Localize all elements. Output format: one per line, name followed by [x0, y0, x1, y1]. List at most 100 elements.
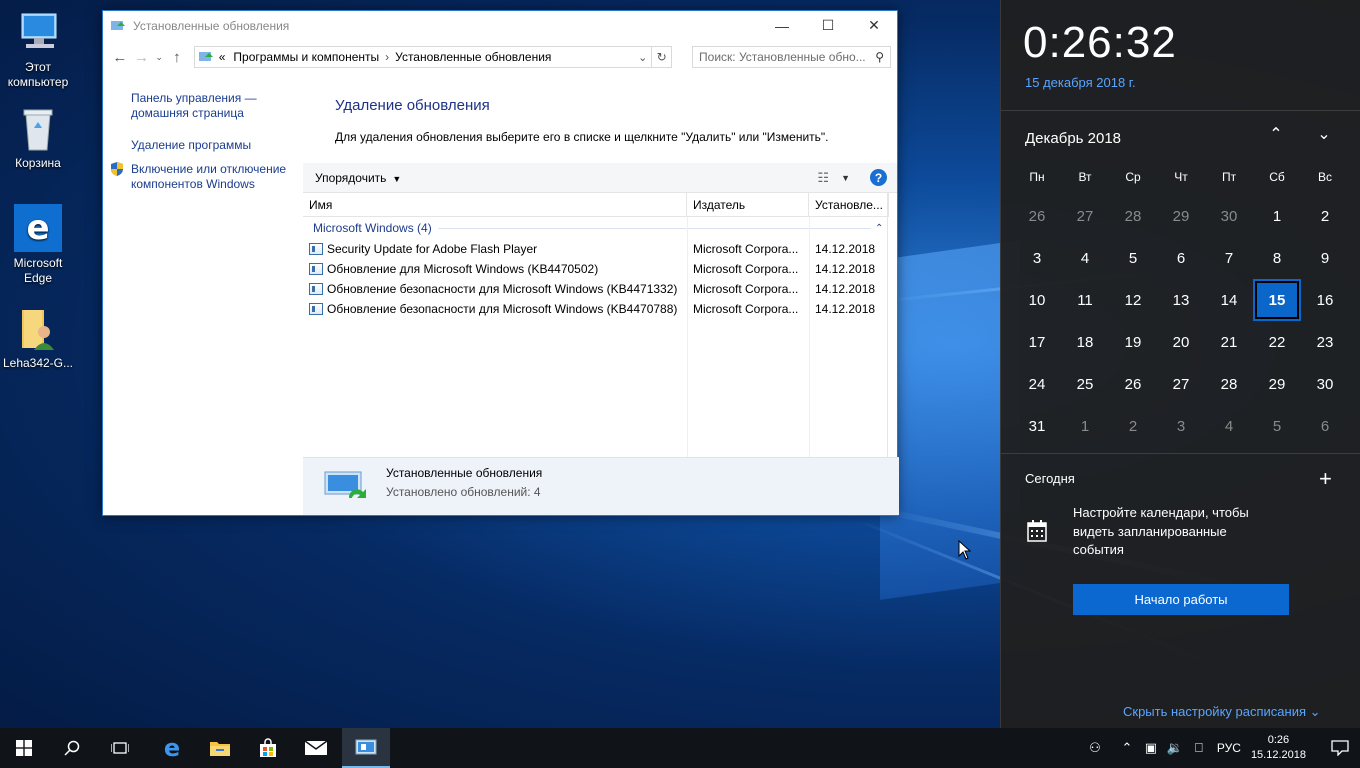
calendar-day[interactable]: 9 [1301, 237, 1349, 279]
task-view-button[interactable] [96, 728, 144, 768]
calendar-day[interactable]: 30 [1301, 363, 1349, 405]
action-center-tray-icon[interactable]: ⎕ [1187, 740, 1211, 756]
table-row[interactable]: Обновление безопасности для Microsoft Wi… [303, 299, 889, 319]
column-header-name[interactable]: Имя [303, 193, 687, 216]
table-row[interactable]: Обновление для Microsoft Windows (KB4470… [303, 259, 889, 279]
title-bar[interactable]: Установленные обновления — ☐ ✕ [103, 11, 897, 41]
calendar-day[interactable]: 6 [1157, 237, 1205, 279]
calendar-day[interactable]: 12 [1109, 279, 1157, 321]
calendar-day[interactable]: 2 [1301, 195, 1349, 237]
column-header-publisher[interactable]: Издатель [687, 193, 809, 216]
up-button[interactable]: ↑ [166, 46, 188, 68]
breadcrumb-installed-updates[interactable]: Установленные обновления [395, 50, 551, 64]
get-started-button[interactable]: Начало работы [1073, 584, 1289, 615]
show-hidden-icons-button[interactable]: ⌃ [1115, 740, 1139, 756]
breadcrumb-overflow[interactable]: « [219, 50, 226, 64]
calendar-day-today[interactable]: 15 [1255, 281, 1299, 319]
flyout-date-link[interactable]: 15 декабря 2018 г. [1025, 75, 1136, 90]
table-row[interactable]: Security Update for Adobe Flash Player M… [303, 239, 889, 259]
calendar-day[interactable]: 8 [1253, 237, 1301, 279]
network-icon[interactable]: ▣ [1139, 740, 1163, 756]
calendar-day[interactable]: 3 [1013, 237, 1061, 279]
start-button[interactable] [0, 728, 48, 768]
month-label[interactable]: Декабрь 2018 [1025, 130, 1121, 147]
calendar-day[interactable]: 16 [1301, 279, 1349, 321]
volume-icon[interactable]: 🔉 [1163, 740, 1187, 756]
minimize-button[interactable]: — [759, 11, 805, 40]
recent-locations-button[interactable]: ⌄ [152, 46, 166, 68]
desktop-icon-recycle-bin[interactable]: Корзина [2, 106, 74, 171]
address-bar[interactable]: « Программы и компоненты › Установленные… [193, 46, 653, 68]
scrollbar[interactable] [887, 193, 888, 459]
calendar-day[interactable]: 1 [1061, 405, 1109, 447]
calendar-day[interactable]: 27 [1061, 195, 1109, 237]
calendar-day[interactable]: 28 [1109, 195, 1157, 237]
calendar-day[interactable]: 11 [1061, 279, 1109, 321]
calendar-day[interactable]: 30 [1205, 195, 1253, 237]
input-language[interactable]: РУС [1217, 741, 1241, 755]
calendar-day[interactable]: 25 [1061, 363, 1109, 405]
calendar-day[interactable]: 31 [1013, 405, 1061, 447]
calendar-day[interactable]: 13 [1157, 279, 1205, 321]
people-icon[interactable]: ⚇ [1083, 740, 1107, 756]
calendar-day[interactable]: 1 [1253, 195, 1301, 237]
calendar-day[interactable]: 2 [1109, 405, 1157, 447]
calendar-day[interactable]: 14 [1205, 279, 1253, 321]
view-options-button[interactable]: ☷ ▼ ? [817, 169, 887, 186]
calendar-day[interactable]: 18 [1061, 321, 1109, 363]
forward-button[interactable]: → [131, 46, 153, 68]
calendar-day[interactable]: 4 [1061, 237, 1109, 279]
column-header-installed[interactable]: Установле... [809, 193, 889, 216]
calendar-day[interactable]: 10 [1013, 279, 1061, 321]
prev-month-button[interactable]: ⌃ [1264, 124, 1288, 144]
close-button[interactable]: ✕ [851, 11, 897, 40]
calendar-day[interactable]: 19 [1109, 321, 1157, 363]
back-button[interactable]: ← [109, 46, 131, 68]
add-event-button[interactable]: + [1319, 466, 1332, 492]
calendar-day[interactable]: 6 [1301, 405, 1349, 447]
calendar-day[interactable]: 29 [1157, 195, 1205, 237]
calendar-day[interactable]: 26 [1109, 363, 1157, 405]
taskbar-mail[interactable] [292, 728, 340, 768]
search-input[interactable]: Поиск: Установленные обно... ⚲ [692, 46, 891, 68]
control-panel-home-link[interactable]: Панель управления — домашняя страница [131, 91, 281, 121]
refresh-button[interactable]: ↻ [652, 46, 673, 68]
uninstall-program-link[interactable]: Удаление программы [131, 138, 251, 153]
chevron-down-icon[interactable]: ⌄ [638, 51, 647, 64]
desktop-icon-user-folder[interactable]: Leha342-G... [2, 306, 74, 371]
hide-agenda-link[interactable]: Скрыть настройку расписания ⌄ [1123, 704, 1321, 720]
next-month-button[interactable]: ⌄ [1312, 124, 1336, 144]
calendar-day[interactable]: 29 [1253, 363, 1301, 405]
help-icon[interactable]: ? [870, 169, 887, 186]
calendar-day[interactable]: 22 [1253, 321, 1301, 363]
search-button[interactable] [48, 728, 96, 768]
taskbar-file-explorer[interactable] [196, 728, 244, 768]
desktop-icon-this-pc[interactable]: Этот компьютер [2, 10, 74, 90]
calendar-day[interactable]: 5 [1109, 237, 1157, 279]
windows-features-link[interactable]: Включение или отключение компонентов Win… [131, 162, 296, 192]
table-row[interactable]: Обновление безопасности для Microsoft Wi… [303, 279, 889, 299]
page-title: Удаление обновления [335, 97, 490, 114]
calendar-day[interactable]: 26 [1013, 195, 1061, 237]
organize-button[interactable]: Упорядочить ▼ [315, 171, 401, 185]
calendar-day[interactable]: 24 [1013, 363, 1061, 405]
maximize-button[interactable]: ☐ [805, 11, 851, 40]
taskbar-clock[interactable]: 0:26 15.12.2018 [1251, 733, 1306, 763]
calendar-day[interactable]: 28 [1205, 363, 1253, 405]
taskbar-store[interactable] [244, 728, 292, 768]
calendar-day[interactable]: 3 [1157, 405, 1205, 447]
calendar-day[interactable]: 20 [1157, 321, 1205, 363]
calendar-day[interactable]: 5 [1253, 405, 1301, 447]
calendar-day[interactable]: 21 [1205, 321, 1253, 363]
calendar-day[interactable]: 7 [1205, 237, 1253, 279]
calendar-day[interactable]: 27 [1157, 363, 1205, 405]
breadcrumb-programs[interactable]: Программы и компоненты [233, 50, 379, 64]
notifications-button[interactable] [1320, 740, 1360, 756]
calendar-day[interactable]: 17 [1013, 321, 1061, 363]
calendar-day[interactable]: 4 [1205, 405, 1253, 447]
taskbar-control-panel[interactable] [342, 728, 390, 768]
group-header[interactable]: Microsoft Windows (4) ⌃ [303, 217, 889, 239]
calendar-day[interactable]: 23 [1301, 321, 1349, 363]
taskbar-edge[interactable]: e [148, 728, 196, 768]
desktop-icon-edge[interactable]: e Microsoft Edge [2, 204, 74, 286]
